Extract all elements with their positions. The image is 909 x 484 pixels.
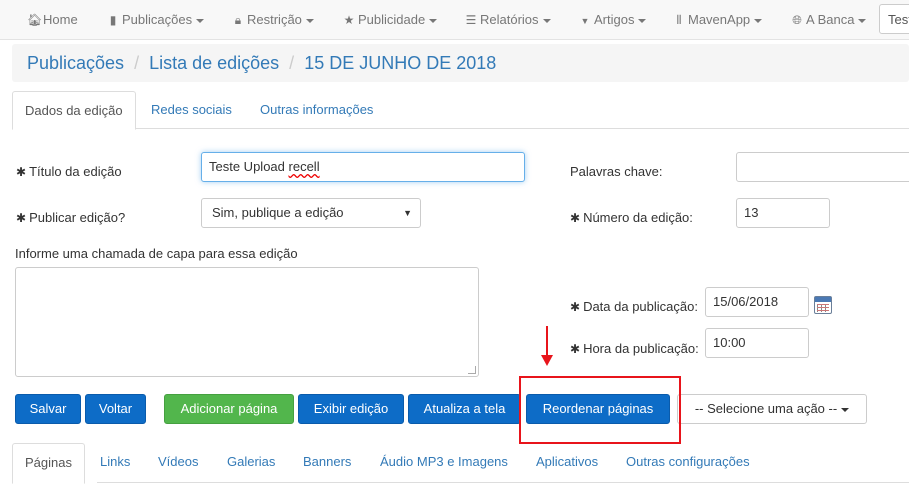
tab-videos[interactable]: Vídeos	[146, 443, 210, 481]
breadcrumb-current-edition: 15 DE JUNHO DE 2018	[304, 53, 497, 73]
titulo-input[interactable]: Teste Upload recell	[201, 152, 525, 182]
numero-input[interactable]: 13	[736, 198, 830, 228]
chevron-down-icon	[858, 18, 867, 23]
data-publicacao-input[interactable]: 15/06/2018	[705, 287, 809, 317]
edition-tabs: Dados da edição Redes sociais Outras inf…	[12, 91, 909, 130]
calendar-icon[interactable]	[814, 296, 832, 314]
breadcrumb-publicacoes[interactable]: Publicações	[27, 53, 124, 73]
tab-outras-configuracoes[interactable]: Outras configurações	[614, 443, 762, 481]
content-tabs: Páginas Links Vídeos Galerias Banners Áu…	[12, 443, 909, 484]
nav-a-banca[interactable]: 🌐︎ A Banca	[790, 0, 867, 40]
resize-grip-icon[interactable]	[468, 366, 476, 374]
chevron-down-icon	[429, 18, 438, 23]
nav-relatorios[interactable]: ☰ Relatórios	[464, 0, 551, 40]
chevron-down-icon	[638, 18, 647, 23]
globe-icon: 🌐︎	[792, 13, 802, 27]
tab-audio-imagens[interactable]: Áudio MP3 e Imagens	[368, 443, 520, 481]
nav-a-banca-label: A Banca	[806, 12, 855, 27]
palavras-label: Palavras chave:	[570, 164, 663, 179]
tabs-divider	[97, 482, 909, 483]
tab-redes-sociais[interactable]: Redes sociais	[139, 91, 244, 129]
nav-restricao[interactable]: 🔒︎ Restrição	[231, 0, 314, 40]
annotation-highlight-box	[519, 376, 681, 444]
breadcrumb-separator: /	[134, 53, 140, 73]
hora-publicacao-input-text: 10:00	[713, 335, 746, 350]
add-page-button[interactable]: Adicionar página	[164, 394, 294, 424]
breadcrumb-lista-edicoes[interactable]: Lista de edições	[149, 53, 279, 73]
publicar-label: ✱ Publicar edição?	[16, 210, 125, 225]
data-publicacao-input-text: 15/06/2018	[713, 294, 779, 309]
palavras-input[interactable]	[736, 152, 909, 182]
nav-publicidade-label: Publicidade	[358, 12, 426, 27]
search-input[interactable]	[879, 4, 909, 34]
chevron-down-icon	[542, 18, 551, 23]
tab-outras-informacoes[interactable]: Outras informações	[248, 91, 385, 129]
data-publicacao-label-text: Data da publicação:	[583, 299, 698, 314]
chamada-label: Informe uma chamada de capa para essa ed…	[15, 246, 298, 261]
data-publicacao-label: ✱ Data da publicação:	[570, 299, 698, 314]
nav-publicacoes[interactable]: ▮ Publicações	[106, 0, 205, 40]
nav-home-label: Home	[43, 12, 78, 27]
chevron-down-icon	[841, 407, 850, 412]
titulo-input-misspelled: recell	[288, 159, 320, 174]
nav-mavenapp[interactable]: ⦀ MavenApp	[672, 0, 763, 40]
action-select-label: -- Selecione uma ação --	[694, 401, 838, 416]
nav-artigos[interactable]: ▼ Artigos	[578, 0, 647, 40]
calendar-grid	[817, 304, 829, 312]
titulo-label: ✱ Título da edição	[16, 164, 122, 179]
publicar-select[interactable]: Sim, publique a edição ▼	[201, 198, 421, 228]
nav-home[interactable]: 🏠︎Home	[27, 0, 78, 40]
chevron-down-icon	[305, 18, 314, 23]
titulo-label-text: Título da edição	[29, 164, 122, 179]
tab-aplicativos[interactable]: Aplicativos	[524, 443, 610, 481]
show-edition-button[interactable]: Exibir edição	[298, 394, 404, 424]
chamada-textarea[interactable]	[15, 267, 479, 377]
hora-publicacao-label-text: Hora da publicação:	[583, 341, 699, 356]
required-icon: ✱	[570, 342, 581, 356]
breadcrumb-separator: /	[289, 53, 295, 73]
tab-paginas[interactable]: Páginas	[12, 443, 85, 484]
chevron-down-icon	[196, 18, 205, 23]
nav-relatorios-label: Relatórios	[480, 12, 539, 27]
required-icon: ✱	[570, 300, 581, 314]
numero-label-text: Número da edição:	[583, 210, 693, 225]
back-button[interactable]: Voltar	[85, 394, 146, 424]
chevron-down-icon	[754, 18, 763, 23]
bookmark-icon: ▼	[580, 16, 590, 26]
hora-publicacao-label: ✱ Hora da publicação:	[570, 341, 699, 356]
star-icon: ★	[343, 13, 355, 27]
titulo-input-text: Teste Upload	[209, 159, 285, 174]
tab-links[interactable]: Links	[88, 443, 142, 481]
nav-mavenapp-label: MavenApp	[688, 12, 751, 27]
required-icon: ✱	[16, 165, 27, 179]
required-icon: ✱	[16, 211, 27, 225]
calendar-header	[815, 297, 831, 302]
tab-dados-edicao[interactable]: Dados da edição	[12, 91, 136, 130]
nav-publicidade[interactable]: ★ Publicidade	[342, 0, 438, 40]
list-icon: ☰	[465, 13, 477, 27]
save-button[interactable]: Salvar	[15, 394, 81, 424]
numero-label: ✱ Número da edição:	[570, 210, 693, 225]
nav-artigos-label: Artigos	[594, 12, 635, 27]
annotation-arrow-icon	[541, 355, 553, 366]
breadcrumb: Publicações / Lista de edições / 15 DE JUNHO…	[12, 44, 909, 82]
action-select-button[interactable]: -- Selecione uma ação --	[677, 394, 867, 424]
lock-icon: 🔒︎	[234, 13, 242, 27]
file-icon: ▮	[109, 13, 117, 27]
home-icon: 🏠︎	[27, 13, 43, 27]
top-navbar: 🏠︎Home ▮ Publicações 🔒︎ Restrição ★ Publici…	[0, 0, 909, 40]
publicar-label-text: Publicar edição?	[29, 210, 126, 225]
required-icon: ✱	[570, 211, 581, 225]
publicar-select-value: Sim, publique a edição	[212, 205, 344, 220]
nav-publicacoes-label: Publicações	[122, 12, 193, 27]
refresh-screen-button[interactable]: Atualiza a tela	[408, 394, 521, 424]
annotation-arrow-line	[546, 326, 548, 356]
nav-restricao-label: Restrição	[247, 12, 302, 27]
numero-input-text: 13	[744, 205, 759, 220]
select-arrow-icon: ▼	[403, 208, 412, 218]
tab-galerias[interactable]: Galerias	[215, 443, 287, 481]
tab-banners[interactable]: Banners	[291, 443, 363, 481]
hora-publicacao-input[interactable]: 10:00	[705, 328, 809, 358]
barcode-icon: ⦀	[676, 13, 682, 27]
